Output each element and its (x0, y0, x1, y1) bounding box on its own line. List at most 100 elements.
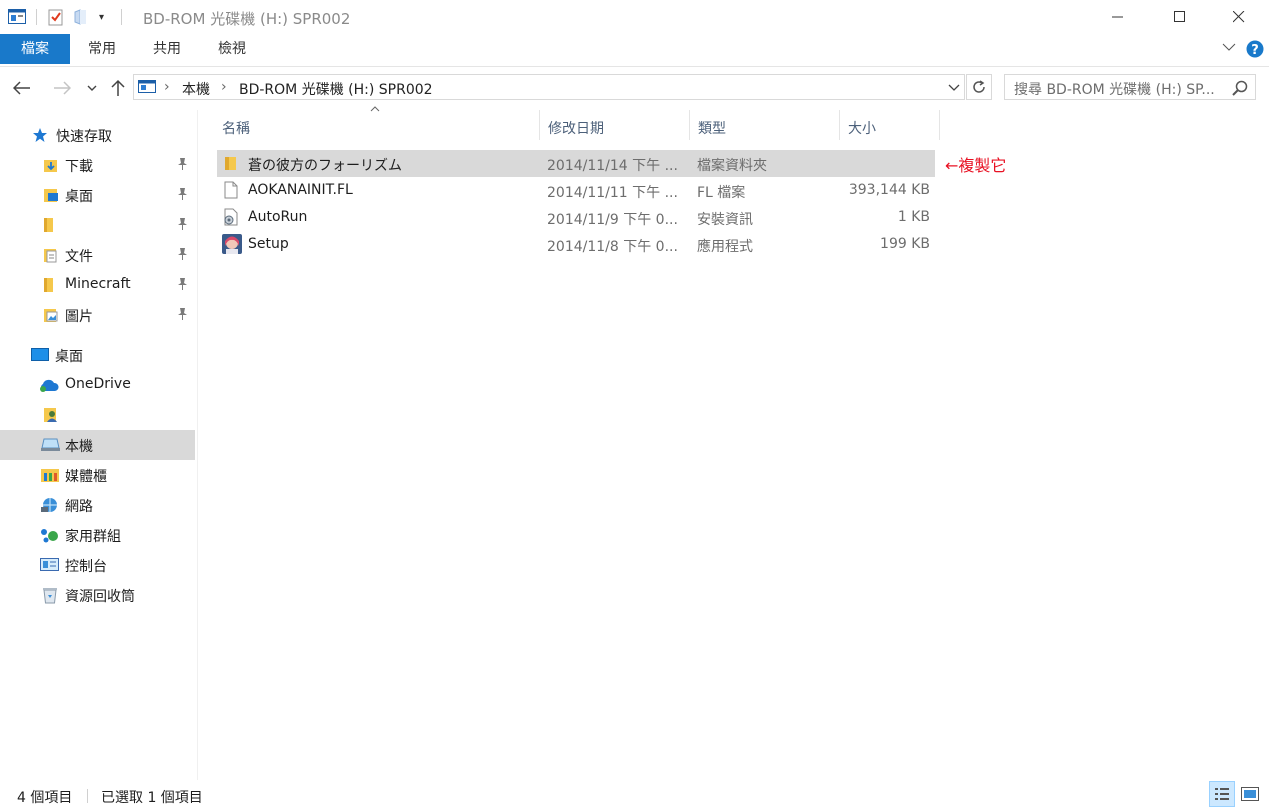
forward-button[interactable] (50, 76, 74, 100)
search-input[interactable]: 搜尋 BD-ROM 光碟機 (H:) SP... (1014, 79, 1215, 99)
nav-item-this-pc[interactable]: 本機 (0, 430, 195, 460)
file-row[interactable]: AOKANAINIT.FL 2014/11/11 下午 ... FL 檔案 39… (217, 177, 935, 204)
details-view-icon (1215, 788, 1229, 800)
pin-icon[interactable] (176, 157, 188, 171)
recent-locations-button[interactable] (82, 76, 102, 100)
expand-ribbon-chevron-icon[interactable] (1222, 42, 1236, 52)
copy-it-annotation: ←複製它 (945, 156, 1007, 175)
app-icon (222, 234, 242, 254)
nav-item-downloads[interactable]: 下載 (0, 150, 195, 180)
up-button[interactable] (106, 76, 130, 100)
file-type: FL 檔案 (697, 185, 746, 201)
search-box[interactable]: 搜尋 BD-ROM 光碟機 (H:) SP... (1004, 74, 1256, 100)
large-icons-view-icon (1241, 787, 1259, 801)
breadcrumb-this-pc[interactable]: 本機 (182, 79, 210, 99)
star-icon (32, 127, 48, 143)
file-row[interactable]: Setup 2014/11/8 下午 0... 應用程式 199 KB (217, 231, 935, 258)
pin-icon[interactable] (176, 307, 188, 321)
nav-item-label: 網路 (65, 499, 93, 515)
nav-quick-access[interactable]: 快速存取 (0, 120, 195, 150)
nav-item-recycle-bin[interactable]: 資源回收筒 (0, 580, 195, 610)
status-divider (87, 789, 88, 803)
desktop-folder-icon (43, 187, 59, 203)
nav-item-label: 圖片 (65, 309, 93, 325)
folder-icon (43, 277, 55, 293)
maximize-button[interactable] (1157, 0, 1203, 34)
new-folder-icon[interactable] (74, 9, 88, 25)
nav-item-label: 文件 (65, 249, 93, 265)
nav-item-label: 下載 (65, 159, 93, 175)
column-header-type[interactable]: 類型 (690, 110, 839, 140)
pin-icon[interactable] (176, 247, 188, 261)
folder-icon (43, 217, 55, 233)
tab-file[interactable]: 檔案 (0, 34, 70, 64)
onedrive-icon (39, 378, 59, 392)
column-header-date[interactable]: 修改日期 (540, 110, 689, 140)
nav-item-pictures[interactable]: 圖片 (0, 300, 195, 330)
tab-share[interactable]: 共用 (143, 34, 191, 64)
file-date: 2014/11/11 下午 ... (547, 185, 678, 201)
libraries-icon (41, 467, 59, 483)
column-divider[interactable] (939, 110, 940, 140)
sort-ascending-icon (370, 105, 380, 113)
file-name: AutoRun (248, 209, 308, 225)
file-date: 2014/11/8 下午 0... (547, 239, 678, 255)
details-view-button[interactable] (1209, 781, 1235, 807)
column-header-label: 大小 (848, 121, 876, 137)
properties-icon[interactable] (48, 8, 64, 26)
nav-item-libraries[interactable]: 媒體櫃 (0, 460, 195, 490)
nav-item-documents[interactable]: 文件 (0, 240, 195, 270)
close-button[interactable] (1216, 0, 1262, 34)
nav-item-label: 資源回收筒 (65, 589, 135, 605)
address-bar[interactable]: › 本機 › BD-ROM 光碟機 (H:) SPR002 (133, 74, 965, 100)
address-dropdown-chevron-icon[interactable] (948, 84, 960, 92)
title-bar: ▾ BD-ROM 光碟機 (H:) SPR002 (0, 0, 1269, 34)
folder-icon (224, 155, 238, 171)
file-name: AOKANAINIT.FL (248, 182, 353, 198)
pin-icon[interactable] (176, 277, 188, 291)
file-row[interactable]: AutoRun 2014/11/9 下午 0... 安裝資訊 1 KB (217, 204, 935, 231)
network-icon (40, 497, 60, 513)
nav-item-desktop[interactable]: 桌面 (0, 340, 195, 370)
selection-count: 已選取 1 個項目 (101, 790, 203, 806)
nav-item-desktop-quick[interactable]: 桌面 (0, 180, 195, 210)
nav-item-label: 家用群組 (65, 529, 121, 545)
file-row[interactable]: 蒼の彼方のフォーリズム 2014/11/14 下午 ... 檔案資料夾 (217, 150, 935, 177)
help-icon[interactable]: ? (1246, 40, 1264, 58)
status-bar: 4 個項目 已選取 1 個項目 (0, 780, 1269, 811)
search-icon[interactable] (1232, 80, 1248, 96)
nav-item-unnamed-folder[interactable] (0, 210, 195, 240)
column-header-size[interactable]: 大小 (840, 110, 939, 140)
column-header-name[interactable]: 名稱 (214, 106, 539, 140)
nav-item-user[interactable] (0, 400, 195, 430)
customize-qat-chevron-icon[interactable]: ▾ (99, 12, 104, 23)
column-header-label: 名稱 (222, 121, 250, 137)
tab-view[interactable]: 檢視 (208, 34, 256, 64)
tab-home[interactable]: 常用 (78, 34, 126, 64)
column-header-label: 類型 (698, 121, 726, 137)
nav-item-homegroup[interactable]: 家用群組 (0, 520, 195, 550)
nav-item-onedrive[interactable]: OneDrive (0, 370, 195, 400)
breadcrumb-drive[interactable]: BD-ROM 光碟機 (H:) SPR002 (239, 79, 433, 99)
documents-folder-icon (43, 247, 59, 263)
nav-item-label: Minecraft (65, 276, 131, 292)
desktop-icon (31, 348, 49, 362)
pin-icon[interactable] (176, 217, 188, 231)
explorer-app-icon[interactable] (8, 9, 26, 25)
nav-item-network[interactable]: 網路 (0, 490, 195, 520)
navigation-pane: 快速存取 下載 桌面 文件 Minecraft 圖片 桌面 OneDrive 本… (0, 110, 198, 780)
file-icon (224, 181, 238, 199)
refresh-button[interactable] (966, 74, 992, 100)
large-icons-view-button[interactable] (1237, 781, 1263, 807)
pin-icon[interactable] (176, 187, 188, 201)
breadcrumb-separator-icon[interactable]: › (164, 79, 170, 95)
minimize-button[interactable] (1095, 0, 1141, 34)
nav-item-label: 桌面 (65, 189, 93, 205)
this-pc-small-icon (138, 80, 156, 94)
breadcrumb-separator-icon[interactable]: › (221, 79, 227, 95)
file-type: 應用程式 (697, 239, 753, 255)
nav-item-label: 桌面 (55, 349, 83, 365)
nav-item-control-panel[interactable]: 控制台 (0, 550, 195, 580)
nav-item-minecraft[interactable]: Minecraft (0, 270, 195, 300)
back-button[interactable] (10, 76, 34, 100)
